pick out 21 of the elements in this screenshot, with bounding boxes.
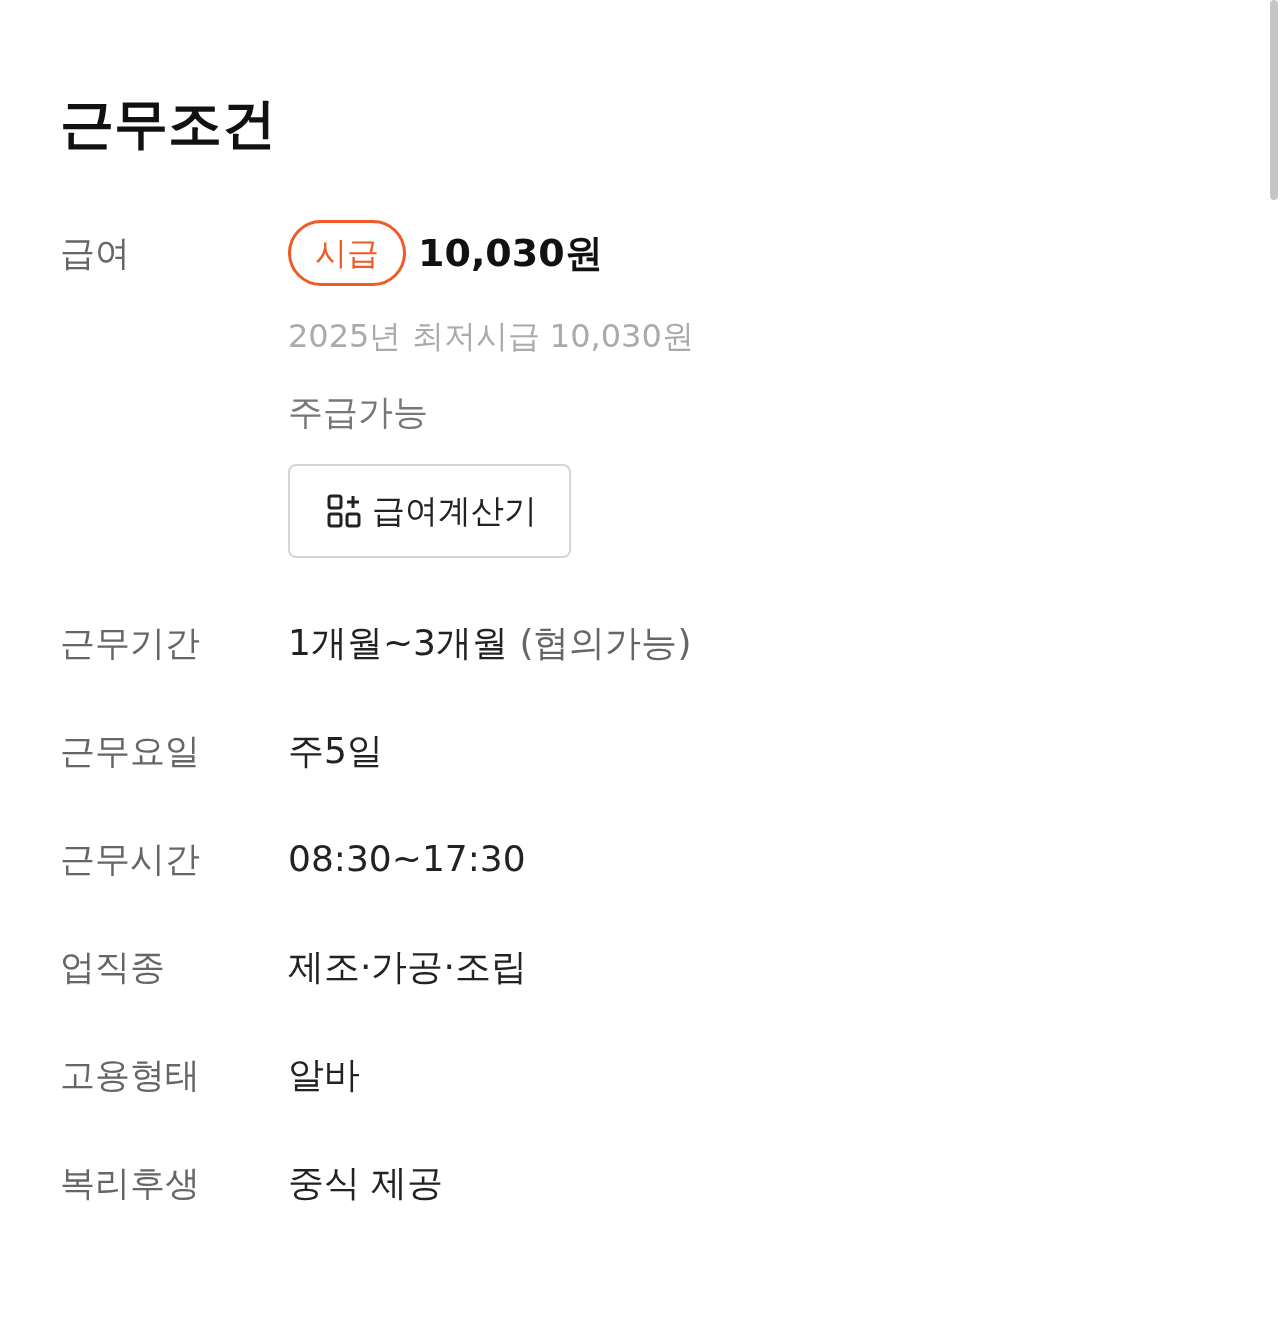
scrollbar[interactable] [1270, 0, 1278, 200]
section-title: 근무조건 [60, 91, 277, 157]
salary-calculator-button[interactable]: 급여계산기 [288, 464, 571, 558]
row-value: 중식 제공 [288, 1161, 445, 1205]
apps-icon [326, 493, 362, 529]
salary-amount: 10,030원 [418, 229, 603, 277]
pay-type-tag: 시급 [288, 220, 406, 286]
row-value: 1개월~3개월 (협의가능) [288, 621, 693, 665]
row-value: 주5일 [288, 729, 384, 773]
row-value: 제조·가공·조립 [288, 945, 528, 989]
row-label: 급여 [60, 232, 131, 275]
row-label: 업직종 [60, 946, 166, 989]
row-label: 고용형태 [60, 1054, 201, 1097]
row-value: 알바 [288, 1053, 361, 1097]
row-value: 08:30~17:30 [288, 837, 527, 881]
row-label: 근무요일 [60, 730, 201, 773]
row-label: 근무시간 [60, 838, 201, 881]
row-label: 근무기간 [60, 622, 201, 665]
weekly-pay-note: 주급가능 [288, 391, 428, 434]
row-label: 복리후생 [60, 1162, 201, 1205]
minimum-wage-note: 2025년 최저시급 10,030원 [288, 316, 694, 357]
